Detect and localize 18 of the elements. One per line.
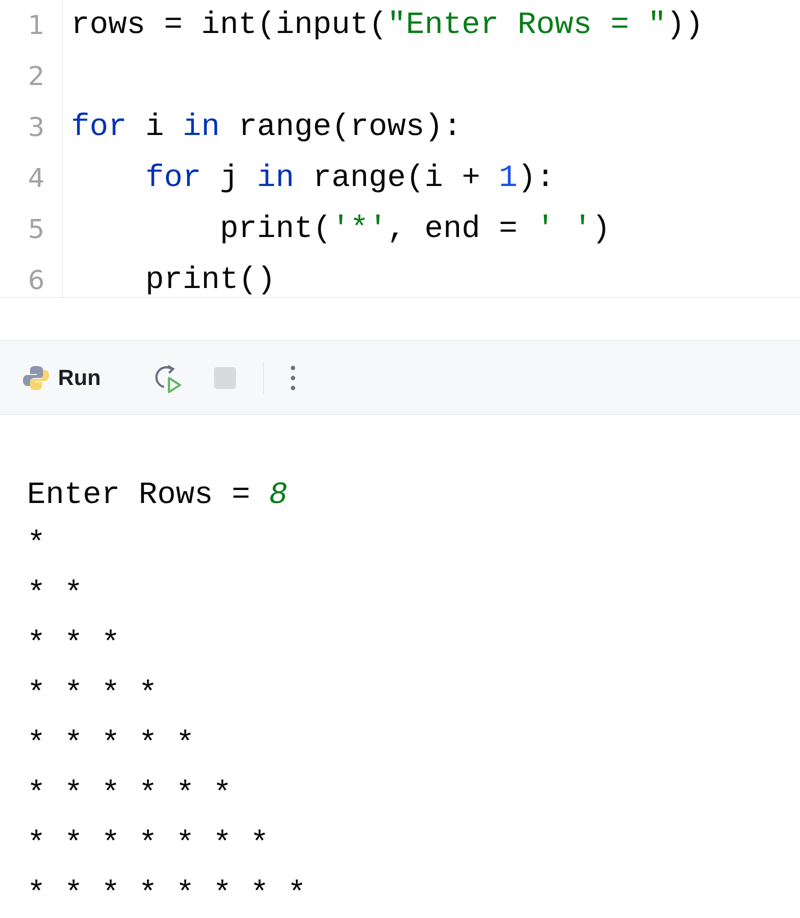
console-output: * * * * * * * * * * * * * * * * * * * * * * * * * * * * * * * * * * * * [27, 526, 308, 914]
line-number: 2 [27, 62, 46, 92]
python-icon [22, 364, 50, 392]
line-number: 6 [27, 266, 46, 296]
line-number: 5 [27, 214, 46, 244]
run-panel-title: Run [58, 364, 101, 390]
more-icon [288, 364, 297, 392]
entered-value-text: 8 [268, 478, 288, 512]
prompt-text: Enter Rows = [27, 478, 252, 512]
code-line: print() [144, 263, 276, 297]
code-line: rows = int(input("Enter Rows = ")) [71, 8, 704, 43]
code-line: for j in range(i + 1): [144, 161, 555, 196]
stop-icon [212, 364, 238, 390]
code-line: for i in range(rows): [71, 110, 462, 145]
code-line: print('*', end = ' ') [218, 212, 611, 247]
line-number: 3 [27, 112, 46, 142]
line-number: 1 [27, 10, 46, 40]
line-number: 4 [27, 164, 46, 194]
